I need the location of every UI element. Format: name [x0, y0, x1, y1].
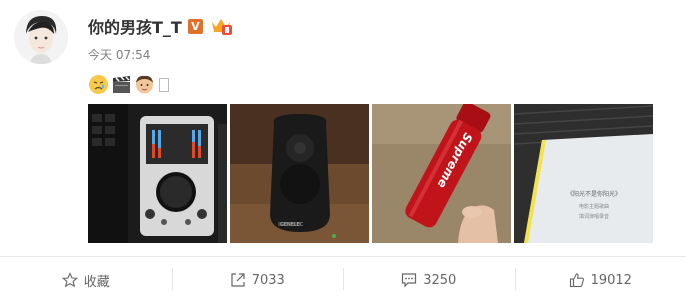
- lyric-sheet-photo[interactable]: 《阳光不是你阳光》 电影主题歌曲 填词演唱录音: [514, 104, 653, 243]
- share-icon: [230, 272, 246, 288]
- sheet-title-text: 《阳光不是你阳光》: [567, 190, 621, 198]
- audio-interface-photo[interactable]: [88, 104, 227, 243]
- repost-button[interactable]: 7033: [171, 262, 344, 298]
- user-name[interactable]: 你的男孩T_T: [88, 14, 182, 38]
- unknown-emoji-icon: [159, 77, 169, 92]
- comment-count: 3250: [423, 272, 457, 288]
- speaker-brand-text: GENELEC: [280, 222, 304, 228]
- like-button[interactable]: 19012: [514, 262, 686, 298]
- divider: [0, 256, 686, 257]
- favorite-label: 收藏: [83, 274, 110, 290]
- action-bar: 收藏 7033 3250 19012: [0, 262, 686, 298]
- thumbs-up-icon: [569, 272, 585, 288]
- verified-badge-icon: V: [187, 18, 203, 34]
- like-count: 19012: [590, 272, 632, 288]
- sad-face-emoji: [88, 74, 109, 95]
- member-crown-icon[interactable]: [209, 16, 233, 36]
- favorite-button[interactable]: 收藏: [0, 262, 172, 298]
- star-icon: [61, 272, 78, 288]
- repost-count: 7033: [251, 272, 285, 288]
- sheet-line-1-text: 电影主题歌曲: [579, 203, 609, 210]
- red-water-bottle-photo[interactable]: Supreme: [372, 104, 511, 243]
- emoji-row: [88, 74, 169, 95]
- comment-button[interactable]: 3250: [343, 262, 515, 298]
- sheet-line-2-text: 填词演唱录音: [579, 213, 609, 220]
- comment-icon: [401, 272, 417, 288]
- studio-speaker-photo[interactable]: GENELEC: [230, 104, 369, 243]
- avatar[interactable]: [14, 10, 68, 64]
- clapperboard-emoji: [111, 74, 132, 95]
- post-time[interactable]: 今天 07:54: [88, 46, 150, 63]
- man-face-emoji: [134, 74, 155, 95]
